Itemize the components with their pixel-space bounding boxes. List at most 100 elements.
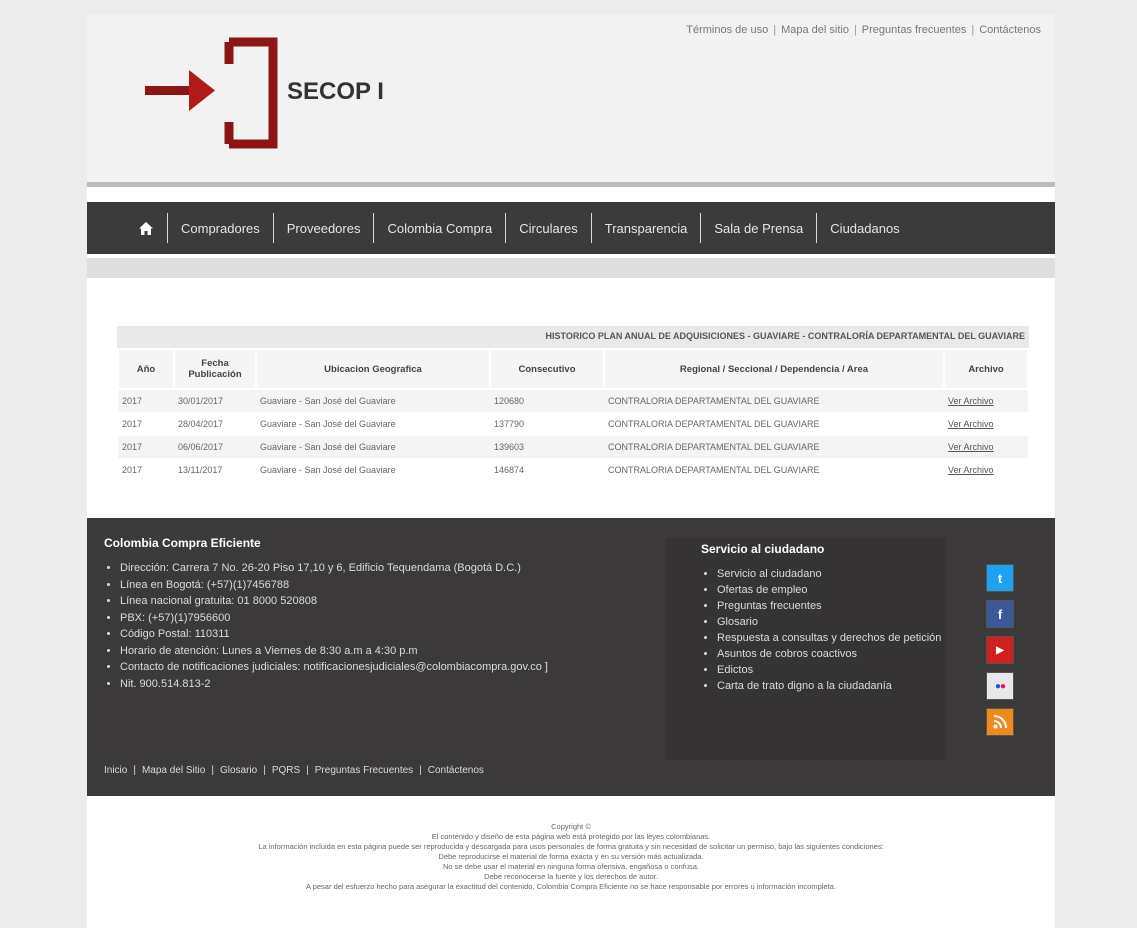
cell-ano: 2017 <box>118 412 174 436</box>
header-ubicacion: Ubicacion Geografica <box>255 348 491 390</box>
nav-ciudadanos[interactable]: Ciudadanos <box>816 213 912 243</box>
brand-title: SECOP I <box>287 78 384 105</box>
header-archivo: Archivo <box>943 348 1029 390</box>
cell-ubicacion: Guaviare - San José del Guaviare <box>256 412 490 436</box>
footer-service-list: Servicio al ciudadano Ofertas de empleo … <box>701 566 945 694</box>
nav-compradores[interactable]: Compradores <box>167 213 273 243</box>
nav-sala-de-prensa[interactable]: Sala de Prensa <box>700 213 816 243</box>
cell-regional: CONTRALORIA DEPARTAMENTAL DEL GUAVIARE <box>604 435 944 459</box>
contact-national-line: Línea nacional gratuita: 01 8000 520808 <box>120 593 664 610</box>
cell-fecha: 28/04/2017 <box>174 412 256 436</box>
contact-nit: Nit. 900.514.813-2 <box>120 676 664 693</box>
footer-link-glosario[interactable]: Glosario <box>220 765 257 776</box>
rss-glyph <box>993 715 1007 729</box>
nav-proveedores[interactable]: Proveedores <box>272 213 374 243</box>
cell-ubicacion: Guaviare - San José del Guaviare <box>256 458 490 481</box>
petitions-link[interactable]: Respuesta a consultas y derechos de peti… <box>717 630 945 646</box>
footer-contact-list: Dirección: Carrera 7 No. 26-20 Piso 17,1… <box>104 560 664 692</box>
ver-archivo-link[interactable]: Ver Archivo <box>944 435 1028 459</box>
footer-service-title: Servicio al ciudadano <box>701 542 825 556</box>
contact-pbx: PBX: (+57)(1)7956600 <box>120 610 664 627</box>
header: Términos de uso | Mapa del sitio | Preguntas… <box>87 14 1055 184</box>
copyright-line: No se debe usar el material en ninguna f… <box>443 862 699 871</box>
copyright-line: Debe reconocerse la fuente y los derecho… <box>484 872 658 881</box>
twitter-icon[interactable]: t <box>986 564 1014 592</box>
copyright-line: Debe reproducirse el material de forma e… <box>438 852 704 861</box>
footer-service-column: Servicio al ciudadano Servicio al ciudad… <box>665 538 945 760</box>
contact-link[interactable]: Contáctenos <box>979 24 1041 36</box>
nav-circulares[interactable]: Circulares <box>505 213 591 243</box>
cell-consecutivo: 146874 <box>490 458 604 481</box>
header-ano: Año <box>117 348 175 390</box>
cell-fecha: 13/11/2017 <box>174 458 256 481</box>
copyright-line: Copyright © <box>551 822 591 831</box>
cell-ano: 2017 <box>118 435 174 459</box>
glossary-link[interactable]: Glosario <box>717 614 945 630</box>
coactive-collections-link[interactable]: Asuntos de cobros coactivos <box>717 646 945 662</box>
main-nav: Compradores Proveedores Colombia Compra … <box>87 202 1055 254</box>
service-link[interactable]: Servicio al ciudadano <box>717 566 945 582</box>
social-icons: t f ▶ ● ● <box>986 564 1016 744</box>
cell-fecha: 06/06/2017 <box>174 435 256 459</box>
page: Términos de uso | Mapa del sitio | Preguntas… <box>87 14 1055 928</box>
contact-judicial-notifications[interactable]: Contacto de notificaciones judiciales: n… <box>120 659 664 676</box>
copyright-line: El contenido y diseño de esta página web… <box>431 832 711 841</box>
faq-link[interactable]: Preguntas frecuentes <box>862 24 967 36</box>
contact-bogota-line: Línea en Bogotá: (+57)(1)7456788 <box>120 577 664 594</box>
ver-archivo-link[interactable]: Ver Archivo <box>944 458 1028 481</box>
contact-hours: Horario de atención: Lunes a Viernes de … <box>120 643 664 660</box>
table-row: 2017 13/11/2017 Guaviare - San José del … <box>118 458 1028 481</box>
contact-postal-code: Código Postal: 110311 <box>120 626 664 643</box>
nav-home[interactable] <box>87 213 167 243</box>
jobs-link[interactable]: Ofertas de empleo <box>717 582 945 598</box>
plan-table-section: HISTORICO PLAN ANUAL DE ADQUISICIONES - … <box>117 326 1029 481</box>
table-row: 2017 30/01/2017 Guaviare - San José del … <box>118 388 1028 413</box>
cell-consecutivo: 120680 <box>490 388 604 413</box>
cell-fecha: 30/01/2017 <box>174 388 256 413</box>
sitemap-link[interactable]: Mapa del sitio <box>781 24 849 36</box>
dignified-treatment-link[interactable]: Carta de trato digno a la ciudadanía <box>717 678 945 694</box>
sub-bar <box>87 258 1055 278</box>
flickr-icon[interactable]: ● ● <box>986 672 1014 700</box>
facebook-icon[interactable]: f <box>986 600 1014 628</box>
footer-link-pqrs[interactable]: PQRS <box>272 765 300 776</box>
ver-archivo-link[interactable]: Ver Archivo <box>944 388 1028 413</box>
footer-link-inicio[interactable]: Inicio <box>104 765 127 776</box>
footer-contact-title: Colombia Compra Eficiente <box>104 536 261 550</box>
edicts-link[interactable]: Edictos <box>717 662 945 678</box>
footer-bottom-links: Inicio | Mapa del Sitio | Glosario | PQRS | Preg… <box>104 765 484 776</box>
cell-ano: 2017 <box>118 388 174 413</box>
footer-link-mapa[interactable]: Mapa del Sitio <box>142 765 205 776</box>
copyright-line: A pesar del esfuerzo hecho para asegurar… <box>306 882 836 891</box>
cell-regional: CONTRALORIA DEPARTAMENTAL DEL GUAVIARE <box>604 458 944 481</box>
cell-ubicacion: Guaviare - San José del Guaviare <box>256 435 490 459</box>
cell-regional: CONTRALORIA DEPARTAMENTAL DEL GUAVIARE <box>604 412 944 436</box>
terms-link[interactable]: Términos de uso <box>686 24 768 36</box>
cell-ano: 2017 <box>118 458 174 481</box>
cell-regional: CONTRALORIA DEPARTAMENTAL DEL GUAVIARE <box>604 388 944 413</box>
table-header-row: Año Fecha Publicación Ubicacion Geografi… <box>117 348 1029 390</box>
footer: Colombia Compra Eficiente Dirección: Car… <box>87 518 1055 796</box>
copyright-line: La información incluida en esta página p… <box>258 842 884 851</box>
cell-consecutivo: 137790 <box>490 412 604 436</box>
youtube-icon[interactable]: ▶ <box>986 636 1014 664</box>
footer-link-contactenos[interactable]: Contáctenos <box>428 765 484 776</box>
footer-contact-column: Colombia Compra Eficiente Dirección: Car… <box>104 536 664 692</box>
plan-table: Año Fecha Publicación Ubicacion Geografi… <box>117 348 1029 481</box>
nav-transparencia[interactable]: Transparencia <box>590 213 701 243</box>
header-regional: Regional / Seccional / Dependencia / Are… <box>603 348 945 390</box>
footer-link-preguntas[interactable]: Preguntas Frecuentes <box>315 765 413 776</box>
copyright-notice: Copyright © El contenido y diseño de est… <box>87 822 1055 892</box>
cell-ubicacion: Guaviare - San José del Guaviare <box>256 388 490 413</box>
ver-archivo-link[interactable]: Ver Archivo <box>944 412 1028 436</box>
home-icon <box>139 221 153 235</box>
header-fecha: Fecha Publicación <box>173 348 257 390</box>
table-row: 2017 28/04/2017 Guaviare - San José del … <box>118 412 1028 436</box>
faq-link[interactable]: Preguntas frecuentes <box>717 598 945 614</box>
secop-logo[interactable] <box>137 36 287 151</box>
contact-address: Dirección: Carrera 7 No. 26-20 Piso 17,1… <box>120 560 664 577</box>
rss-icon[interactable] <box>986 708 1014 736</box>
nav-colombia-compra[interactable]: Colombia Compra <box>373 213 505 243</box>
header-divider <box>87 182 1055 187</box>
top-links: Términos de uso | Mapa del sitio | Preguntas… <box>686 24 1041 36</box>
